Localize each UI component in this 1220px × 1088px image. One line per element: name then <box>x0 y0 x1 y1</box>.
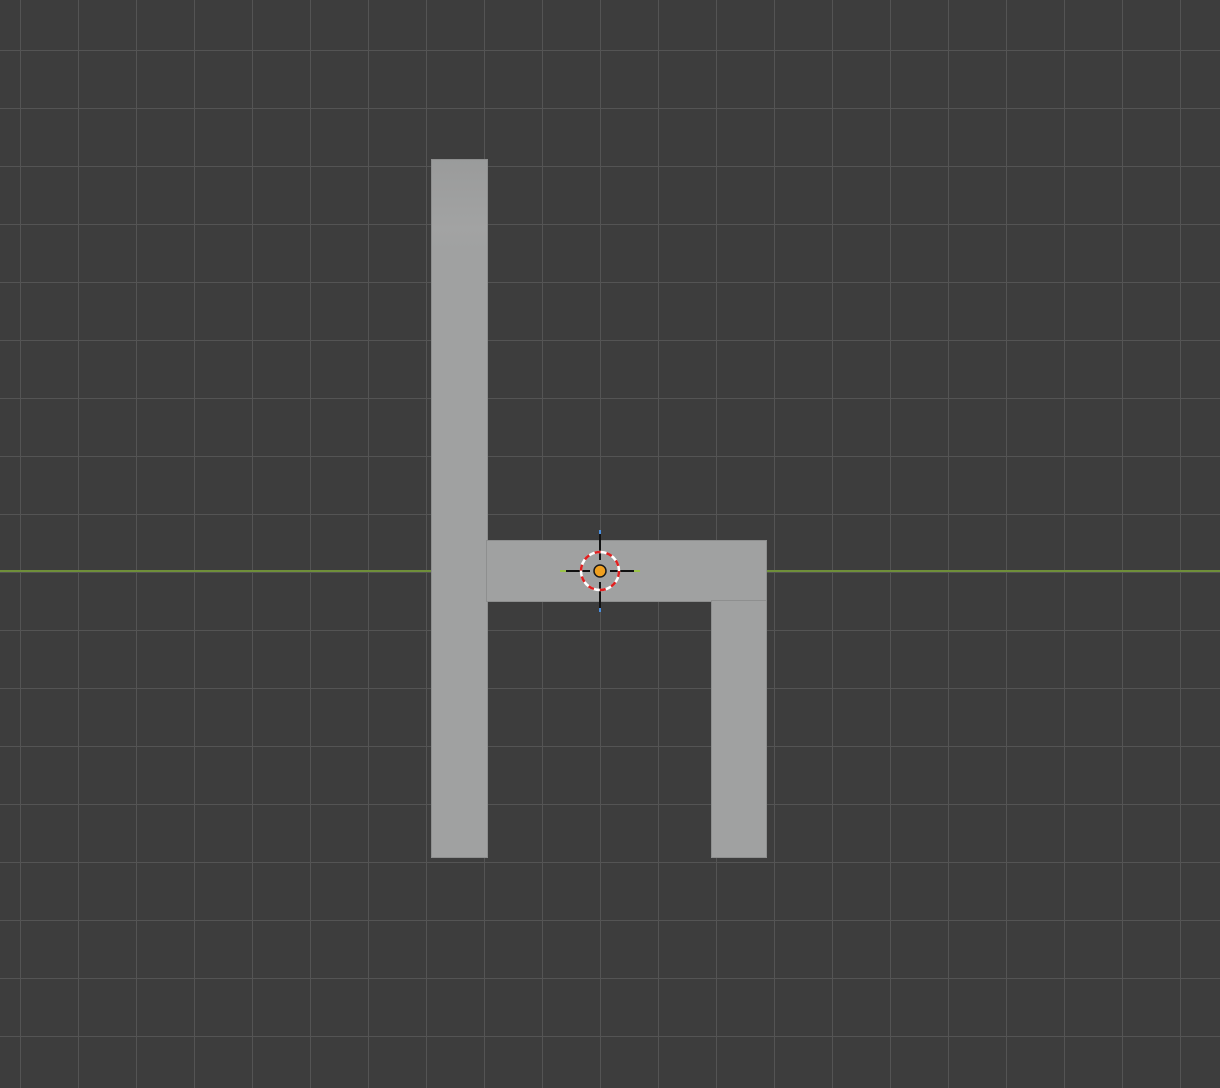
3d-cursor-icon[interactable] <box>560 530 640 612</box>
chair-back[interactable] <box>431 159 488 858</box>
3d-viewport[interactable] <box>0 0 1220 1088</box>
chair-front-leg[interactable] <box>711 600 767 858</box>
